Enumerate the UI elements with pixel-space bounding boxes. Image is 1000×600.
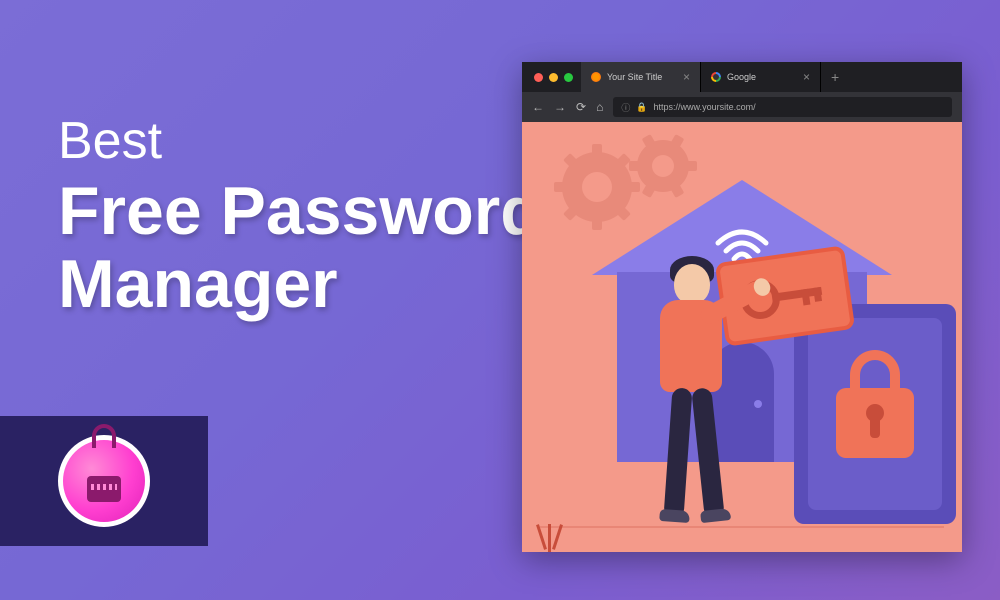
- tab-label: Your Site Title: [607, 72, 662, 82]
- home-icon[interactable]: ⌂: [596, 100, 603, 114]
- window-controls: [530, 62, 581, 92]
- brand-badge: [0, 416, 208, 546]
- browser-tab-bar: Your Site Title × Google × +: [522, 62, 962, 92]
- url-text: https://www.yoursite.com/: [654, 102, 756, 112]
- safe-vault: [794, 304, 956, 524]
- info-icon: ⓘ: [621, 101, 630, 114]
- browser-tab-1[interactable]: Your Site Title ×: [581, 62, 701, 92]
- google-favicon-icon: [711, 72, 721, 82]
- minimize-window-icon[interactable]: [549, 73, 558, 82]
- browser-mockup: Your Site Title × Google × + ← → ⟳ ⌂ ⓘ 🔒…: [522, 62, 962, 552]
- browser-tab-2[interactable]: Google ×: [701, 62, 821, 92]
- close-window-icon[interactable]: [534, 73, 543, 82]
- tab-label: Google: [727, 72, 756, 82]
- ground-line: [540, 526, 944, 528]
- reload-icon[interactable]: ⟳: [576, 100, 586, 114]
- firefox-favicon-icon: [591, 72, 601, 82]
- hero-headline: Best Free Password Manager: [58, 115, 542, 322]
- secure-lock-icon: 🔒: [636, 102, 647, 113]
- forward-icon[interactable]: →: [554, 100, 566, 114]
- headline-line-3: Manager: [58, 248, 542, 321]
- page-illustration: [522, 122, 962, 552]
- person-illustration: [630, 254, 760, 534]
- address-bar[interactable]: ⓘ 🔒 https://www.yoursite.com/: [613, 97, 952, 117]
- headline-line-2: Free Password: [58, 175, 542, 248]
- new-tab-button[interactable]: +: [821, 62, 849, 92]
- headline-line-1: Best: [58, 115, 542, 167]
- padlock-icon: [87, 476, 121, 502]
- badge-circle: [58, 435, 150, 527]
- padlock-icon: [836, 388, 914, 458]
- maximize-window-icon[interactable]: [564, 73, 573, 82]
- close-tab-icon[interactable]: ×: [683, 70, 690, 84]
- browser-toolbar: ← → ⟳ ⌂ ⓘ 🔒 https://www.yoursite.com/: [522, 92, 962, 122]
- close-tab-icon[interactable]: ×: [803, 70, 810, 84]
- back-icon[interactable]: ←: [532, 100, 544, 114]
